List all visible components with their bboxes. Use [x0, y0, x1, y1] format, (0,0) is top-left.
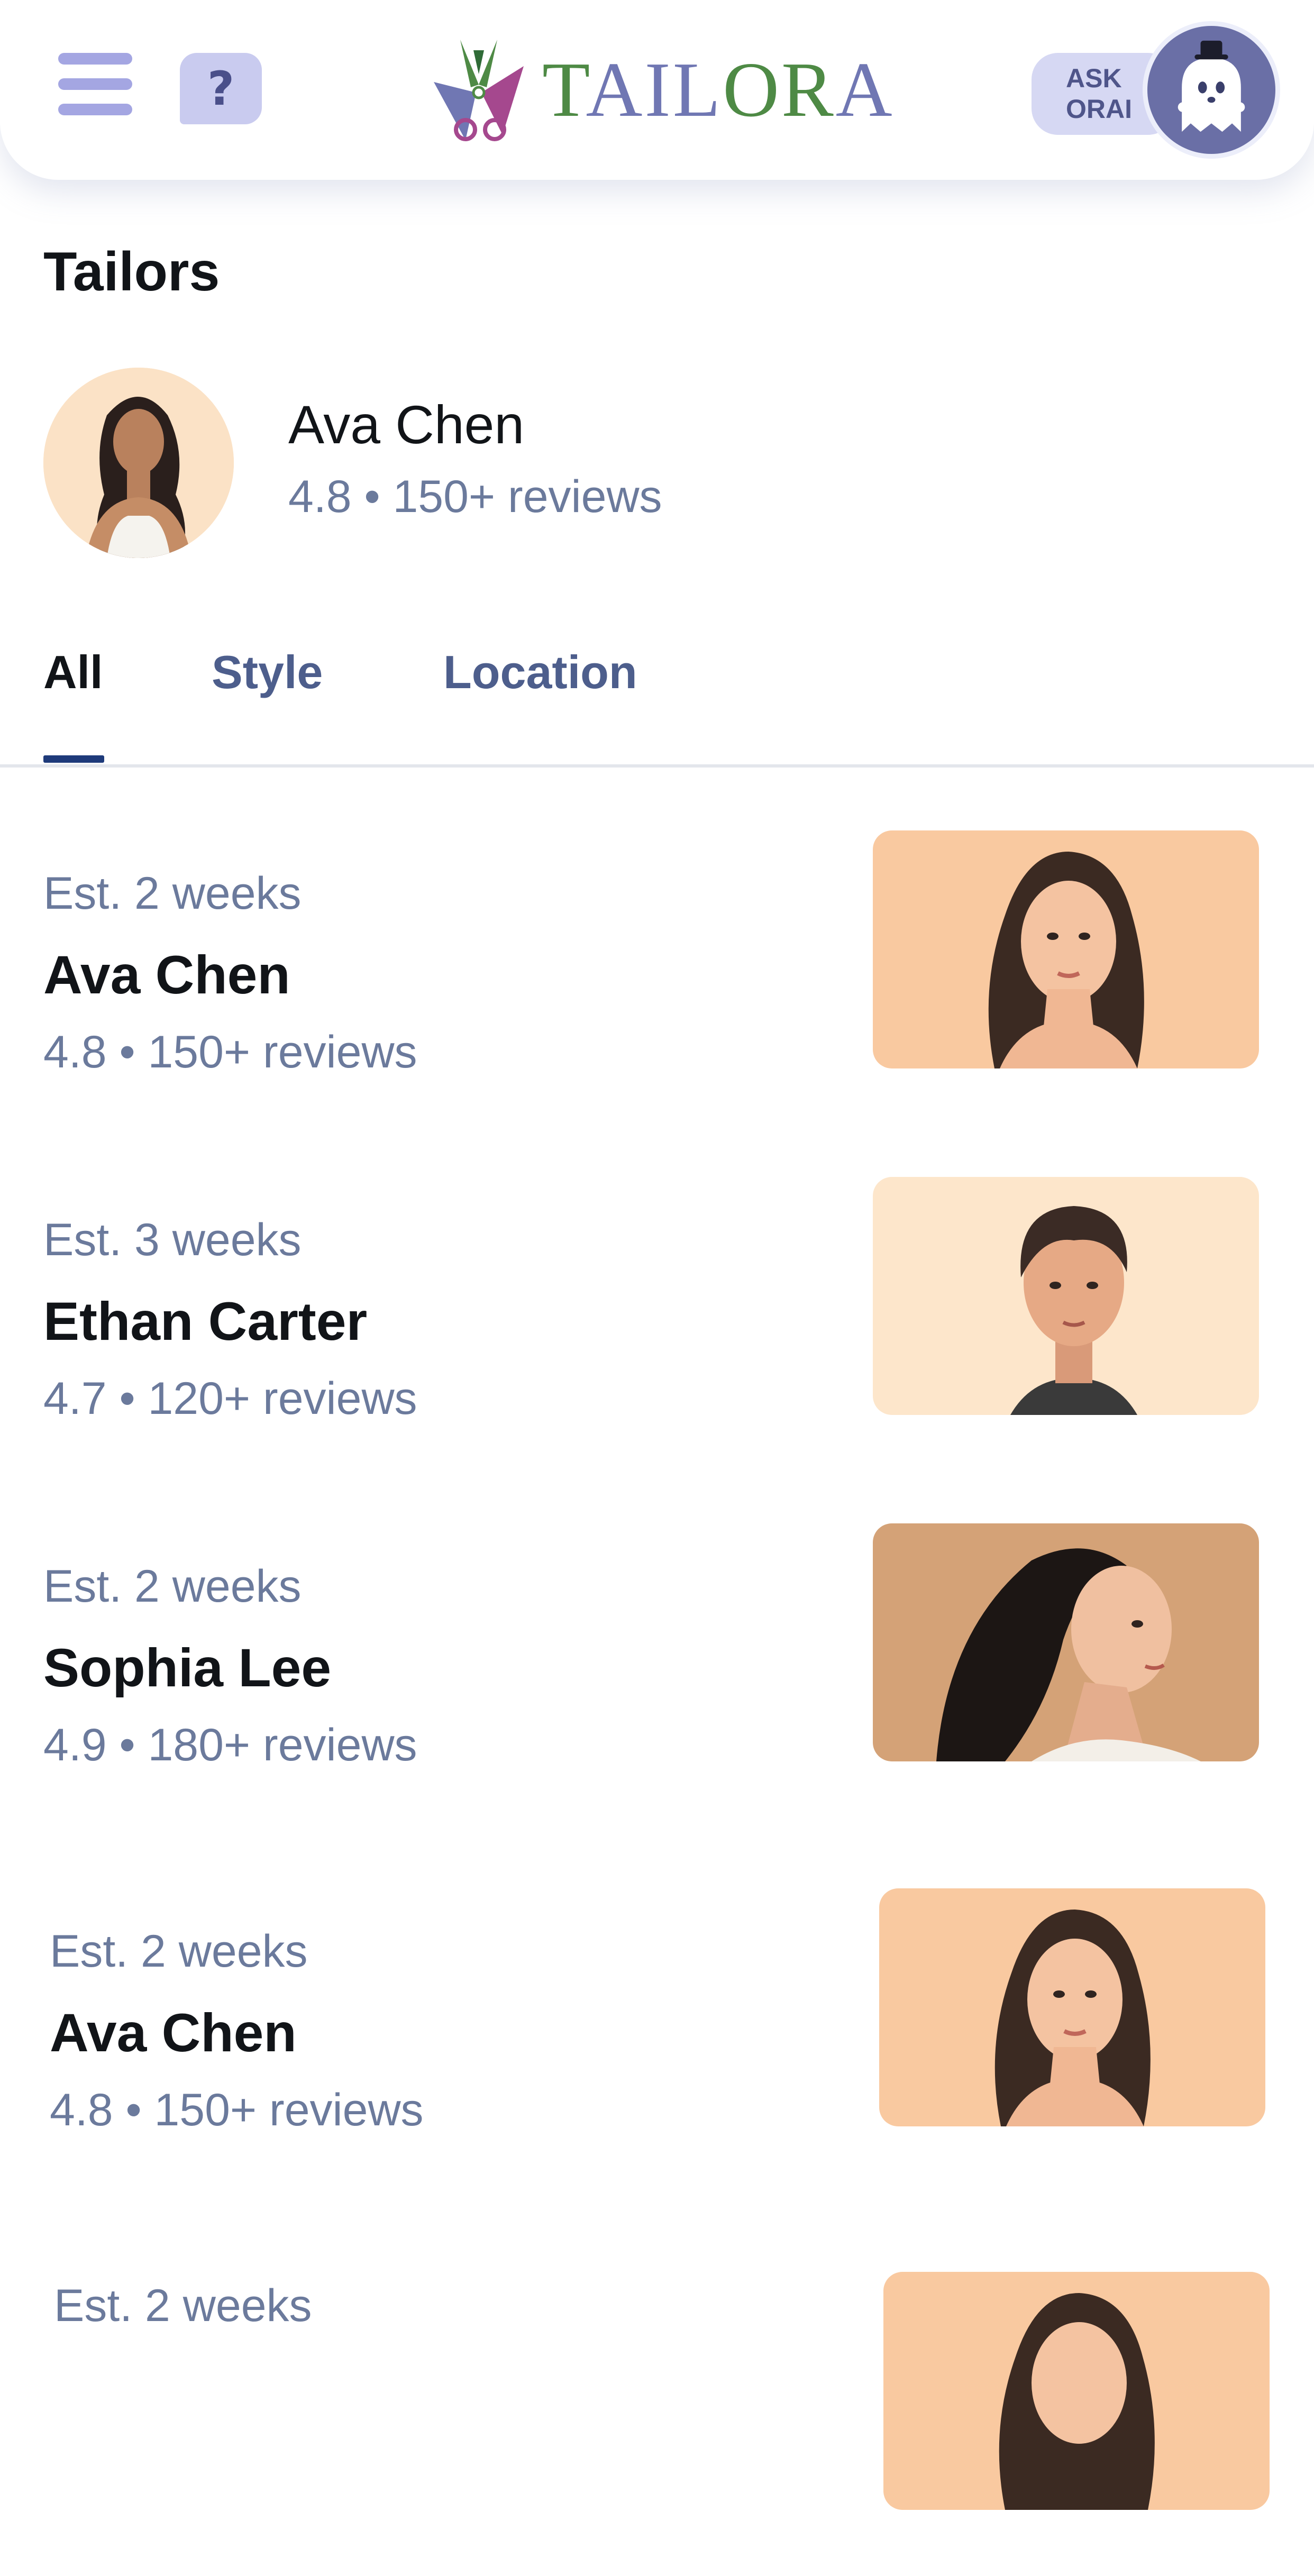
tailor-photo — [873, 1177, 1259, 1415]
question-mark-icon: ? — [207, 61, 235, 116]
tabs-divider — [0, 764, 1314, 768]
estimated-time: Est. 2 weeks — [43, 1561, 302, 1612]
menu-icon-bar — [58, 104, 132, 115]
tab-all[interactable]: All — [43, 645, 103, 699]
estimated-time: Est. 2 weeks — [54, 2280, 312, 2331]
tailor-rating: 4.8 • 150+ reviews — [50, 2085, 424, 2135]
woman-portrait-icon — [879, 1888, 1265, 2126]
top-app-bar: ? TAILORA ASK ORAI — [0, 0, 1314, 180]
menu-icon-bar — [58, 78, 132, 90]
featured-tailor-name: Ava Chen — [288, 395, 525, 455]
woman-portrait-icon — [873, 830, 1259, 1068]
active-tab-indicator — [43, 755, 104, 763]
featured-tailor-rating: 4.8 • 150+ reviews — [288, 471, 662, 522]
estimated-time: Est. 2 weeks — [50, 1926, 308, 1977]
tailor-photo — [879, 1888, 1265, 2126]
menu-icon-bar — [58, 53, 132, 65]
woman-avatar-icon — [43, 368, 234, 558]
tailor-photo — [873, 830, 1259, 1068]
tailor-name: Ethan Carter — [43, 1291, 368, 1351]
tailor-rating: 4.7 • 120+ reviews — [43, 1373, 417, 1424]
tailor-name: Ava Chen — [50, 2003, 297, 2063]
list-item[interactable]: Est. 2 weeks Sophia Lee 4.9 • 180+ revie… — [0, 1523, 1314, 1857]
orai-label: ORAI — [1066, 94, 1132, 124]
filter-tabs: All Style Location — [0, 629, 1314, 767]
list-item[interactable]: Est. 2 weeks — [11, 2272, 1314, 2576]
page-title: Tailors — [43, 241, 220, 303]
list-item[interactable]: Est. 2 weeks Ava Chen 4.8 • 150+ reviews — [0, 830, 1314, 1164]
tailor-photo — [883, 2272, 1270, 2510]
scissors-logo-icon — [434, 40, 524, 141]
ask-label: ASK — [1066, 63, 1122, 93]
list-item[interactable]: Est. 3 weeks Ethan Carter 4.7 • 120+ rev… — [0, 1177, 1314, 1510]
ghost-assistant-avatar[interactable] — [1143, 21, 1280, 159]
list-item[interactable]: Est. 2 weeks Ava Chen 4.8 • 150+ reviews — [6, 1888, 1314, 2222]
tailor-photo — [873, 1523, 1259, 1761]
tailora-logo: TAILORA — [428, 34, 895, 145]
help-button[interactable]: ? — [180, 53, 262, 124]
woman-portrait-icon — [883, 2272, 1270, 2510]
tab-location[interactable]: Location — [443, 645, 637, 699]
tailor-rating: 4.9 • 180+ reviews — [43, 1720, 417, 1770]
logo-text: TAILORA — [542, 47, 895, 133]
estimated-time: Est. 2 weeks — [43, 868, 302, 919]
menu-button[interactable] — [58, 53, 132, 116]
woman-profile-portrait-icon — [873, 1523, 1259, 1761]
ghost-icon — [1178, 40, 1245, 132]
tailor-rating: 4.8 • 150+ reviews — [43, 1027, 417, 1077]
tailor-name: Sophia Lee — [43, 1638, 332, 1698]
tailor-name: Ava Chen — [43, 945, 290, 1005]
man-portrait-icon — [873, 1177, 1259, 1415]
featured-tailor-avatar[interactable] — [43, 368, 234, 558]
estimated-time: Est. 3 weeks — [43, 1214, 302, 1265]
tab-style[interactable]: Style — [212, 645, 323, 699]
